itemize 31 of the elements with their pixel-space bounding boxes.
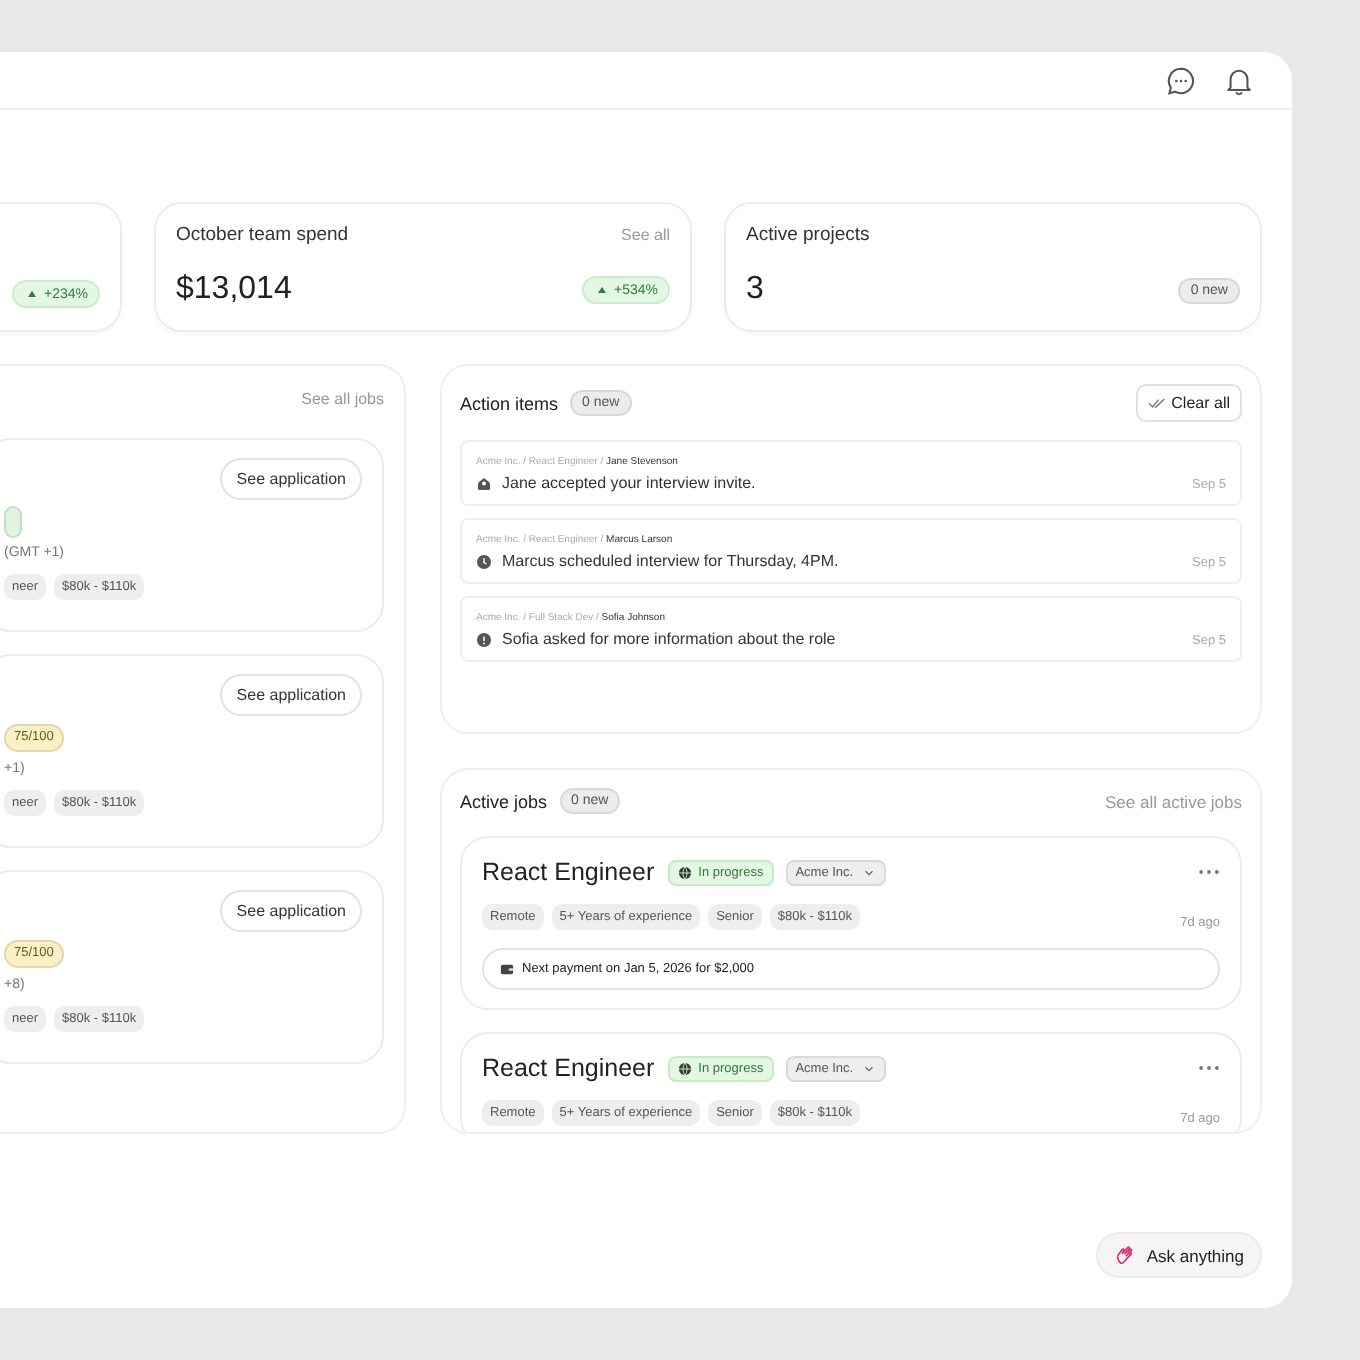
action-text: Marcus scheduled interview for Thursday, 4PM.: [502, 552, 839, 570]
globe-icon: [678, 865, 693, 879]
ask-anything-button[interactable]: Ask anything: [1096, 1232, 1262, 1278]
panel-title: Active jobs: [460, 791, 548, 811]
stat-value: 3: [746, 272, 764, 308]
action-text: Sofia asked for more information about the role: [502, 630, 836, 648]
bell-icon[interactable]: [1224, 65, 1254, 95]
see-application-button[interactable]: See application: [220, 458, 362, 500]
action-text: Jane accepted your interview invite.: [502, 474, 756, 492]
job-title: React Engineer: [482, 858, 655, 886]
clock-icon: [476, 553, 492, 569]
stat-title: October team spend: [176, 224, 349, 246]
up-arrow-icon: [24, 286, 40, 302]
up-arrow-icon: [594, 282, 610, 298]
wallet-icon: [500, 962, 514, 976]
globe-icon: [678, 1061, 693, 1075]
clear-all-button[interactable]: Clear all: [1135, 384, 1242, 422]
panel-title: Action items: [460, 393, 559, 413]
stat-value: $13,014: [176, 272, 292, 308]
more-icon: [1198, 1064, 1220, 1072]
job-title: React Engineer: [482, 1054, 655, 1082]
hand-wave-icon: [1114, 1244, 1137, 1266]
see-application-button[interactable]: See application: [220, 674, 362, 716]
alert-icon: [476, 631, 492, 647]
stat-title: Active projects: [746, 224, 870, 246]
more-icon: [1198, 868, 1220, 876]
chevron-down-icon: [861, 865, 876, 879]
double-check-icon: [1147, 394, 1166, 412]
see-application-button[interactable]: See application: [220, 890, 362, 932]
chat-icon[interactable]: [1166, 65, 1196, 95]
chevron-down-icon: [861, 1061, 876, 1075]
